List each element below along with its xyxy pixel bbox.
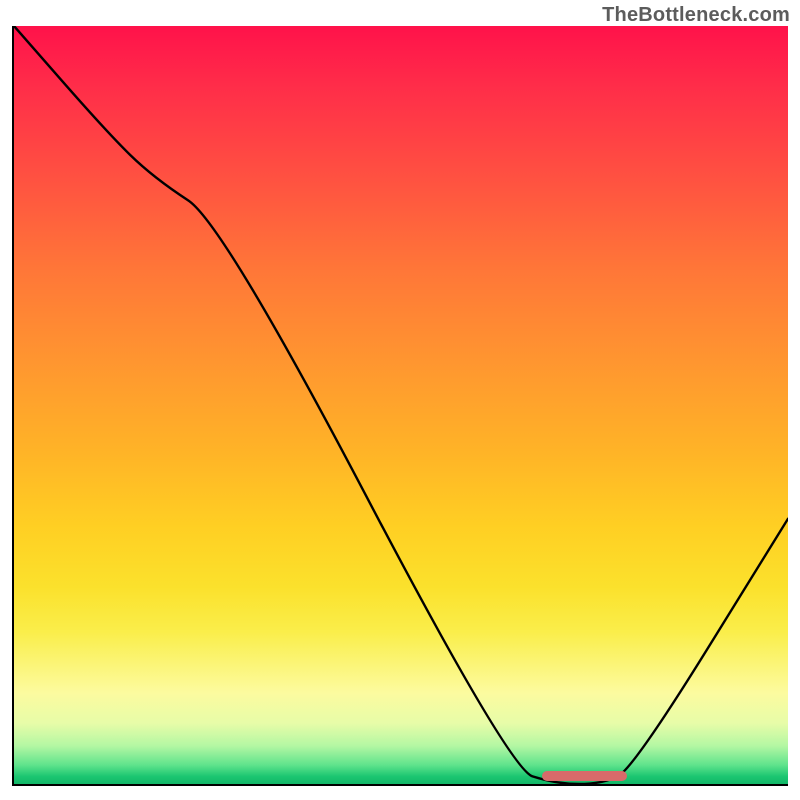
plot-area [12, 26, 788, 786]
bottleneck-curve [14, 26, 788, 784]
curve-path [14, 26, 788, 784]
watermark-text: TheBottleneck.com [602, 4, 790, 27]
chart-container: TheBottleneck.com [0, 0, 800, 800]
optimal-range-marker [542, 771, 627, 781]
